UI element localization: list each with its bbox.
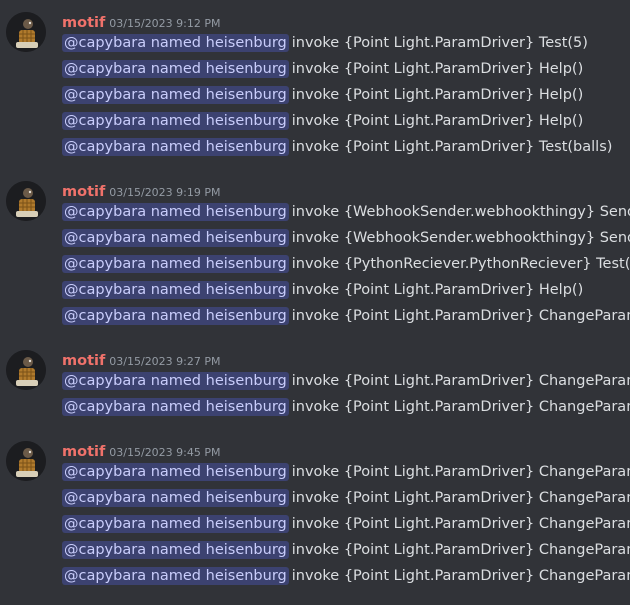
avatar-icon[interactable] [6, 350, 46, 390]
username[interactable]: motif [62, 444, 105, 460]
mention[interactable]: @capybara named heisenburg [62, 138, 289, 156]
message-text: invoke {PythonReciever.PythonReciever} T… [291, 256, 630, 272]
message-text: invoke {WebhookSender.webhookthingy} Sen… [291, 204, 630, 220]
message-text: invoke {Point Light.ParamDriver} Help() [291, 61, 584, 77]
username[interactable]: motif [62, 15, 105, 31]
avatar-icon[interactable] [6, 12, 46, 52]
message-text: invoke {WebhookSender.webhookthingy} Sen… [291, 230, 630, 246]
mention[interactable]: @capybara named heisenburg [62, 567, 289, 585]
message[interactable]: @capybara named heisenburg invoke {Point … [62, 513, 630, 535]
timestamp: 03/15/2023 9:19 PM [109, 186, 221, 199]
mention[interactable]: @capybara named heisenburg [62, 86, 289, 104]
message-header: motif 03/15/2023 9:27 PM [62, 350, 221, 372]
avatar-icon[interactable] [6, 181, 46, 221]
message[interactable]: @capybara named heisenburg invoke {Point … [62, 539, 630, 561]
message[interactable]: @capybara named heisenburg invoke {Point … [62, 32, 630, 54]
message-text: invoke {Point Light.ParamDriver} ChangeP… [291, 399, 630, 415]
mention[interactable]: @capybara named heisenburg [62, 515, 289, 533]
message-text: invoke {Point Light.ParamDriver} ChangeP… [291, 490, 630, 506]
message-text: invoke {Point Light.ParamDriver} Help() [291, 282, 584, 298]
message[interactable]: @capybara named heisenburg invoke {Point … [62, 305, 630, 327]
message[interactable]: @capybara named heisenburg invoke {Point … [62, 279, 630, 301]
message[interactable]: @capybara named heisenburg invoke {Point … [62, 84, 630, 106]
message[interactable]: @capybara named heisenburg invoke {Point … [62, 110, 630, 132]
mention[interactable]: @capybara named heisenburg [62, 203, 289, 221]
message-header: motif 03/15/2023 9:19 PM [62, 181, 221, 203]
mention[interactable]: @capybara named heisenburg [62, 372, 289, 390]
timestamp: 03/15/2023 9:45 PM [109, 446, 221, 459]
mention[interactable]: @capybara named heisenburg [62, 541, 289, 559]
message[interactable]: @capybara named heisenburg invoke {Point … [62, 396, 630, 418]
message[interactable]: @capybara named heisenburg invoke {Webhoo… [62, 227, 630, 249]
username[interactable]: motif [62, 353, 105, 369]
timestamp: 03/15/2023 9:12 PM [109, 17, 221, 30]
mention[interactable]: @capybara named heisenburg [62, 307, 289, 325]
message-feed: motif 03/15/2023 9:12 PM @capybara named … [0, 0, 630, 605]
message-text: invoke {Point Light.ParamDriver} ChangeP… [291, 464, 630, 480]
message-text: invoke {Point Light.ParamDriver} ChangeP… [291, 308, 630, 324]
mention[interactable]: @capybara named heisenburg [62, 398, 289, 416]
message-header: motif 03/15/2023 9:12 PM [62, 12, 221, 34]
mention[interactable]: @capybara named heisenburg [62, 34, 289, 52]
username[interactable]: motif [62, 184, 105, 200]
message-text: invoke {Point Light.ParamDriver} ChangeP… [291, 542, 630, 558]
mention[interactable]: @capybara named heisenburg [62, 112, 289, 130]
message-text: invoke {Point Light.ParamDriver} Help() [291, 87, 584, 103]
message[interactable]: @capybara named heisenburg invoke {Python… [62, 253, 630, 275]
message-text: invoke {Point Light.ParamDriver} Test(ba… [291, 139, 613, 155]
mention[interactable]: @capybara named heisenburg [62, 489, 289, 507]
message-text: invoke {Point Light.ParamDriver} ChangeP… [291, 516, 630, 532]
message-text: invoke {Point Light.ParamDriver} Help() [291, 113, 584, 129]
message[interactable]: @capybara named heisenburg invoke {Point … [62, 461, 630, 483]
message-header: motif 03/15/2023 9:45 PM [62, 441, 221, 463]
message-text: invoke {Point Light.ParamDriver} Test(5) [291, 35, 588, 51]
mention[interactable]: @capybara named heisenburg [62, 255, 289, 273]
message[interactable]: @capybara named heisenburg invoke {Point … [62, 370, 630, 392]
avatar-icon[interactable] [6, 441, 46, 481]
timestamp: 03/15/2023 9:27 PM [109, 355, 221, 368]
mention[interactable]: @capybara named heisenburg [62, 281, 289, 299]
message[interactable]: @capybara named heisenburg invoke {Point … [62, 565, 630, 587]
message[interactable]: @capybara named heisenburg invoke {Point … [62, 136, 630, 158]
message[interactable]: @capybara named heisenburg invoke {Point … [62, 58, 630, 80]
message-text: invoke {Point Light.ParamDriver} ChangeP… [291, 568, 630, 584]
mention[interactable]: @capybara named heisenburg [62, 229, 289, 247]
mention[interactable]: @capybara named heisenburg [62, 60, 289, 78]
message[interactable]: @capybara named heisenburg invoke {Webhoo… [62, 201, 630, 223]
mention[interactable]: @capybara named heisenburg [62, 463, 289, 481]
message[interactable]: @capybara named heisenburg invoke {Point … [62, 487, 630, 509]
message-text: invoke {Point Light.ParamDriver} ChangeP… [291, 373, 630, 389]
